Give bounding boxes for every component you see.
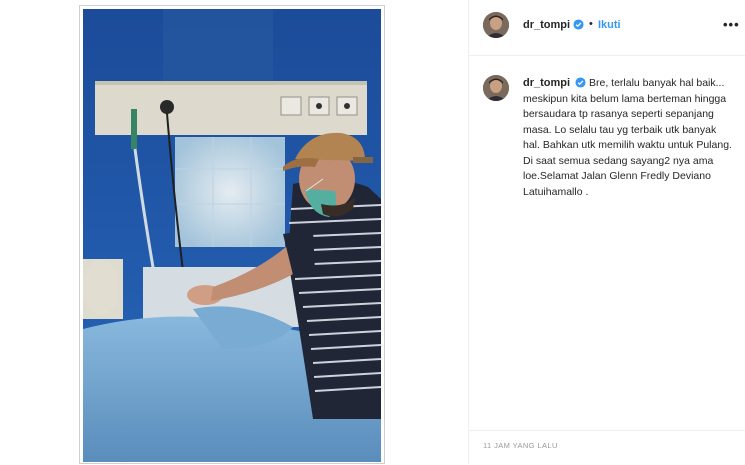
avatar[interactable] (483, 75, 509, 101)
caption-text: Bre, terlalu banyak hal baik... meskipun… (523, 77, 732, 198)
post-header: dr_tompi • Ikuti ••• (469, 0, 745, 56)
post-footer: 11 JAM YANG LALU (469, 430, 745, 465)
photo-pane (0, 0, 468, 464)
verified-badge-icon (575, 77, 586, 88)
caption-text-block: dr_tompi Bre, terlalu banyak hal baik...… (523, 76, 733, 200)
post-photo[interactable] (83, 9, 381, 462)
header-username[interactable]: dr_tompi (523, 19, 584, 31)
post-timestamp[interactable]: 11 JAM YANG LALU (483, 441, 558, 450)
caption-username[interactable]: dr_tompi (523, 77, 570, 89)
post-photo-frame (79, 5, 385, 464)
post-details-pane: dr_tompi • Ikuti ••• dr_tompi Bre, terla… (469, 0, 745, 464)
more-options-icon[interactable]: ••• (723, 17, 740, 32)
header-username-text[interactable]: dr_tompi (523, 19, 570, 31)
verified-badge-icon (573, 19, 584, 30)
separator-dot: • (589, 18, 593, 30)
avatar[interactable] (483, 12, 509, 38)
follow-button[interactable]: Ikuti (598, 19, 621, 31)
